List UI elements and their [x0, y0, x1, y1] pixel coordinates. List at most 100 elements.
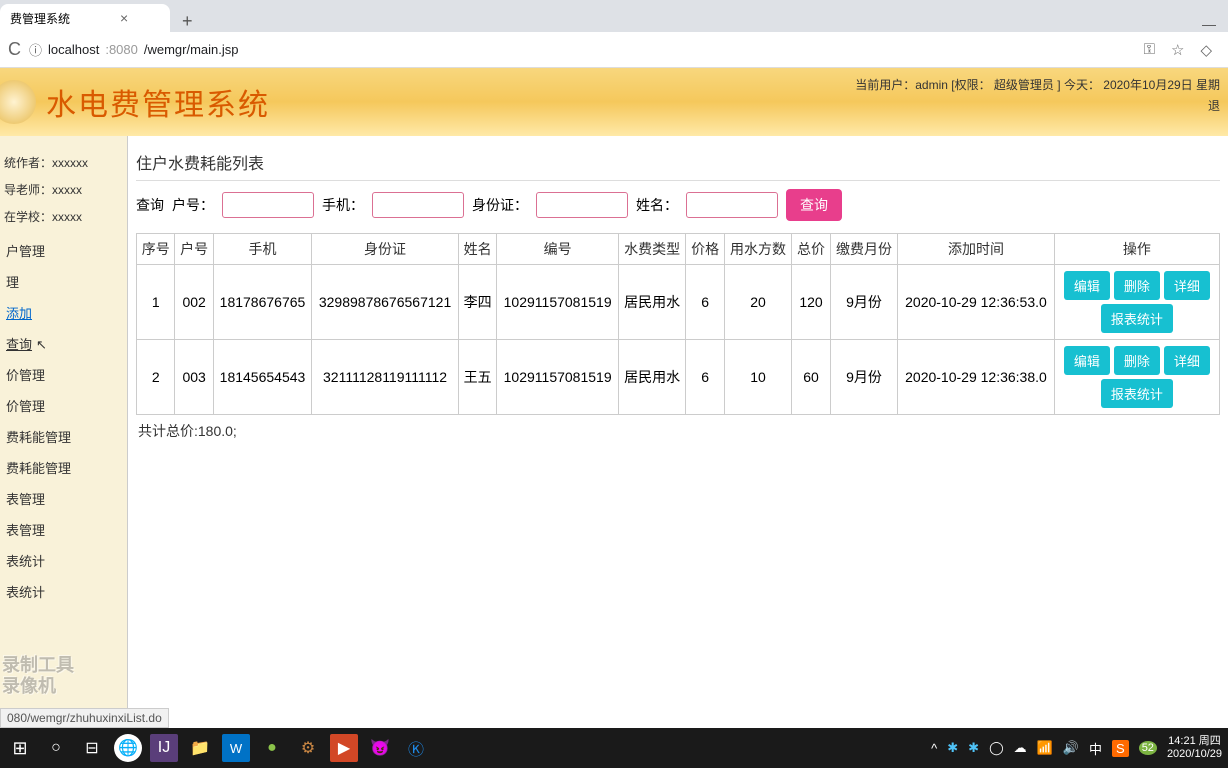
sidebar-item-user-mgmt[interactable]: 户管理: [4, 235, 123, 266]
detail-button[interactable]: 详细: [1164, 346, 1210, 375]
url-bar[interactable]: ⓘ localhost:8080/wemgr/main.jsp: [29, 40, 1136, 59]
sidebar-info: 统作者：xxxxxx 导老师：xxxxx 在学校：xxxxx: [4, 154, 123, 225]
cell-code: 10291157081519: [497, 265, 618, 340]
cell-acct: 002: [175, 265, 213, 340]
phone-input[interactable]: [372, 192, 464, 218]
sidebar-item-price1[interactable]: 价管理: [4, 359, 123, 390]
author-label: 统作者：xxxxxx: [4, 154, 123, 171]
report-button[interactable]: 报表统计: [1101, 379, 1173, 408]
sidebar-item-meter2[interactable]: 表管理: [4, 514, 123, 545]
wps-icon[interactable]: W: [222, 734, 250, 762]
close-icon[interactable]: ×: [120, 10, 128, 26]
cell-total: 60: [792, 340, 830, 415]
cell-time: 2020-10-29 12:36:53.0: [898, 265, 1055, 340]
badge-icon[interactable]: 52: [1139, 741, 1157, 755]
name-input[interactable]: [686, 192, 778, 218]
cell-actions: 编辑删除详细报表统计: [1054, 340, 1219, 415]
main-content: 住户水费耗能列表 查询 户号： 手机： 身份证： 姓名： 查询 序号 户号 手机…: [128, 136, 1228, 720]
sidebar-item-add[interactable]: 添加: [4, 297, 123, 328]
cell-time: 2020-10-29 12:36:38.0: [898, 340, 1055, 415]
cell-price: 6: [686, 265, 724, 340]
start-icon[interactable]: ⊞: [6, 734, 34, 762]
intellij-icon[interactable]: IJ: [150, 734, 178, 762]
page-title: 住户水费耗能列表: [136, 144, 1220, 181]
browser-tab[interactable]: 费管理系统 ×: [0, 4, 170, 32]
wifi-icon[interactable]: 📶: [1037, 740, 1053, 756]
cell-name: 李四: [458, 265, 496, 340]
app-title: 水电费管理系统: [46, 80, 270, 124]
app-icon-4[interactable]: 😈: [366, 734, 394, 762]
sidebar-item-price2[interactable]: 价管理: [4, 390, 123, 421]
clock-date: 2020/10/29: [1167, 748, 1222, 761]
th-idcard: 身份证: [312, 234, 459, 265]
cell-phone: 18145654543: [213, 340, 311, 415]
taskview-icon[interactable]: ⊟: [78, 734, 106, 762]
ime-icon[interactable]: 中: [1089, 739, 1102, 758]
delete-button[interactable]: 删除: [1114, 346, 1160, 375]
cell-seq: 1: [137, 265, 175, 340]
edit-button[interactable]: 编辑: [1064, 271, 1110, 300]
idcard-label: 身份证：: [472, 195, 528, 215]
tray-icon-2[interactable]: ✱: [968, 740, 979, 756]
school-label: 在学校：xxxxx: [4, 208, 123, 225]
th-acct: 户号: [175, 234, 213, 265]
toolbar-icons: ⚿ ☆ ◇: [1144, 41, 1220, 59]
sogou-icon[interactable]: S: [1112, 740, 1129, 757]
star-icon[interactable]: ☆: [1171, 41, 1184, 59]
teacher-label: 导老师：xxxxx: [4, 181, 123, 198]
sidebar-item-stat2[interactable]: 表统计: [4, 576, 123, 607]
search-bar: 查询 户号： 手机： 身份证： 姓名： 查询: [136, 189, 1220, 221]
name-label: 姓名：: [636, 195, 678, 215]
cell-phone: 18178676765: [213, 265, 311, 340]
sidebar-item-energy1[interactable]: 费耗能管理: [4, 421, 123, 452]
sidebar-item-mgmt[interactable]: 理: [4, 266, 123, 297]
app-icon-3[interactable]: ▶: [330, 734, 358, 762]
new-tab-button[interactable]: +: [170, 11, 205, 32]
account-label: 户号：: [172, 195, 214, 215]
header-user-info: 当前用户：admin [权限： 超级管理员 ] 今天： 2020年10月29日 …: [855, 76, 1220, 114]
app-icon-2[interactable]: ⚙: [294, 734, 322, 762]
taskbar: ⊞ ○ ⊟ 🌐 IJ 📁 W ● ⚙ ▶ 😈 Ⓚ ^ ✱ ✱ ◯ ☁ 📶 🔊 中…: [0, 728, 1228, 768]
edit-button[interactable]: 编辑: [1064, 346, 1110, 375]
idcard-input[interactable]: [536, 192, 628, 218]
th-name: 姓名: [458, 234, 496, 265]
report-button[interactable]: 报表统计: [1101, 304, 1173, 333]
app-icon-1[interactable]: ●: [258, 734, 286, 762]
logo-icon: [0, 80, 36, 124]
app-icon-5[interactable]: Ⓚ: [402, 734, 430, 762]
table-row: 10021817867676532989878676567121李四102911…: [137, 265, 1220, 340]
tray-icon-4[interactable]: ☁: [1014, 740, 1027, 756]
profile-icon[interactable]: ◇: [1200, 41, 1212, 59]
account-input[interactable]: [222, 192, 314, 218]
logout-link[interactable]: 退: [855, 97, 1220, 114]
key-icon[interactable]: ⚿: [1144, 41, 1155, 59]
cell-acct: 003: [175, 340, 213, 415]
volume-icon[interactable]: 🔊: [1063, 740, 1079, 756]
explorer-icon[interactable]: 📁: [186, 734, 214, 762]
url-port: :8080: [105, 42, 138, 57]
reload-icon[interactable]: C: [8, 39, 21, 60]
cell-total: 120: [792, 265, 830, 340]
total-summary: 共计总价:180.0;: [136, 415, 1220, 447]
minimize-icon[interactable]: —: [1202, 16, 1216, 32]
cell-month: 9月份: [830, 340, 898, 415]
tray-icon-3[interactable]: ◯: [989, 740, 1004, 756]
chevron-up-icon[interactable]: ^: [931, 741, 937, 756]
chrome-icon[interactable]: 🌐: [114, 734, 142, 762]
tray-icon-1[interactable]: ✱: [947, 740, 958, 756]
sidebar-item-stat1[interactable]: 表统计: [4, 545, 123, 576]
cortana-icon[interactable]: ○: [42, 734, 70, 762]
cell-seq: 2: [137, 340, 175, 415]
tab-title: 费管理系统: [10, 10, 70, 27]
sidebar-item-query[interactable]: 查询↖: [4, 328, 123, 359]
delete-button[interactable]: 删除: [1114, 271, 1160, 300]
cell-actions: 编辑删除详细报表统计: [1054, 265, 1219, 340]
detail-button[interactable]: 详细: [1164, 271, 1210, 300]
cell-code: 10291157081519: [497, 340, 618, 415]
sidebar-item-energy2[interactable]: 费耗能管理: [4, 452, 123, 483]
search-button[interactable]: 查询: [786, 189, 842, 221]
cursor-icon: ↖: [36, 337, 47, 353]
clock[interactable]: 14:21 周四 2020/10/29: [1167, 735, 1222, 761]
sidebar-item-meter1[interactable]: 表管理: [4, 483, 123, 514]
window-controls: —: [1190, 16, 1228, 32]
